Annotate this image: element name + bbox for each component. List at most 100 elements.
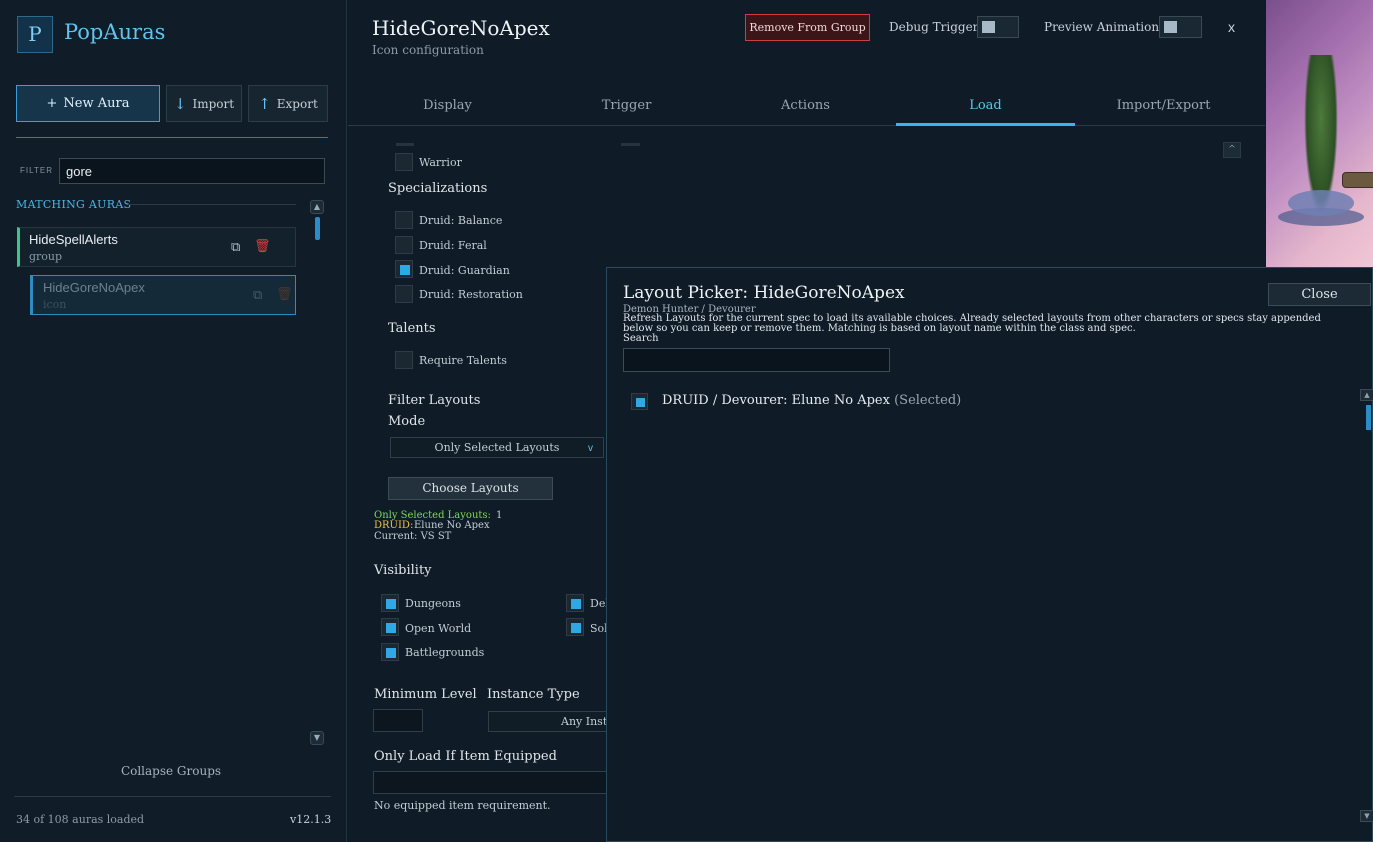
duplicate-icon[interactable]: ⧉ — [253, 288, 262, 303]
tab-trigger[interactable]: Trigger — [537, 98, 716, 113]
checkbox-label: Druid: Balance — [419, 214, 503, 227]
checkbox-require-talents[interactable] — [395, 351, 413, 369]
checkbox-label: Open World — [405, 622, 472, 635]
import-button[interactable]: ↓ Import — [166, 85, 242, 122]
new-aura-label: New Aura — [63, 96, 130, 111]
checkbox-dungeons[interactable] — [381, 594, 399, 612]
dialog-description: Refresh Layouts for the current spec to … — [623, 313, 1321, 334]
tab-import-export[interactable]: Import/Export — [1074, 98, 1253, 113]
close-button[interactable]: x — [1228, 19, 1235, 35]
section-title-filter-layouts: Filter Layouts — [388, 393, 481, 408]
scroll-down-button[interactable]: ▼ — [1360, 810, 1373, 822]
checkbox-delves[interactable] — [566, 594, 584, 612]
preview-animation-toggle[interactable] — [1159, 16, 1202, 38]
collapse-groups-button[interactable]: Collapse Groups — [0, 764, 342, 778]
layout-status: (Selected) — [894, 393, 962, 408]
trash-icon[interactable]: 🗑 — [276, 287, 293, 302]
trash-icon[interactable]: 🗑 — [254, 239, 271, 254]
scroll-down-button[interactable]: ▼ — [310, 731, 324, 745]
filter-label: FILTER — [20, 166, 53, 175]
matching-auras-label: MATCHING AURAS — [16, 198, 132, 211]
checkbox-warrior[interactable] — [395, 153, 413, 171]
preview-handle — [1342, 172, 1373, 188]
item-equipped-note: No equipped item requirement. — [374, 799, 551, 812]
aura-type: icon — [43, 298, 67, 311]
minimum-level-input[interactable] — [373, 709, 423, 732]
checkbox-open-world[interactable] — [381, 618, 399, 636]
class-label: DRUID: — [374, 520, 414, 531]
preview-pot — [1288, 190, 1354, 216]
app-logo: P — [17, 16, 53, 53]
tab-display[interactable]: Display — [358, 98, 537, 113]
divider — [128, 204, 296, 205]
scroll-up-button[interactable]: ▲ — [1360, 389, 1373, 401]
divider — [396, 143, 414, 146]
scrollbar-thumb[interactable] — [1366, 405, 1371, 430]
section-title-specializations: Specializations — [388, 181, 488, 196]
minimum-level-label: Minimum Level — [374, 687, 477, 702]
checkbox-battlegrounds[interactable] — [381, 643, 399, 661]
checkbox-label: Druid: Restoration — [419, 288, 523, 301]
section-title-visibility: Visibility — [374, 563, 432, 578]
duplicate-icon[interactable]: ⧉ — [231, 240, 240, 255]
selected-layouts-count: 1 — [496, 510, 503, 521]
aura-name: HideSpellAlerts — [29, 232, 118, 247]
item-equipped-label: Only Load If Item Equipped — [374, 749, 557, 764]
section-title-talents: Talents — [388, 321, 436, 336]
sidebar: P PopAuras + New Aura ↓ Import ↑ Export … — [0, 0, 347, 842]
mode-label: Mode — [388, 414, 426, 429]
export-button[interactable]: ↑ Export — [248, 85, 328, 122]
preview-animation-label: Preview Animation — [1044, 20, 1160, 34]
layout-list-item[interactable]: DRUID / Devourer: Elune No Apex (Selecte… — [662, 393, 961, 408]
filter-input[interactable] — [59, 158, 325, 184]
current-layout: Current: VS ST — [374, 531, 452, 542]
checkbox-label: Druid: Guardian — [419, 264, 510, 277]
close-button[interactable]: Close — [1268, 283, 1371, 306]
page-title: HideGoreNoApex — [372, 16, 550, 40]
debug-trigger-label: Debug Trigger — [889, 20, 979, 34]
checkbox-label: Require Talents — [419, 354, 507, 367]
version-label: v12.1.3 — [290, 813, 332, 826]
import-label: Import — [192, 96, 235, 111]
layout-name: DRUID / Devourer: Elune No Apex — [662, 393, 890, 408]
search-label: Search — [623, 333, 659, 344]
new-aura-button[interactable]: + New Aura — [16, 85, 160, 122]
checkbox-spec-balance[interactable] — [395, 211, 413, 229]
scrollbar-thumb[interactable] — [315, 217, 320, 240]
layout-checkbox[interactable] — [631, 393, 648, 410]
checkbox-solo[interactable] — [566, 618, 584, 636]
divider — [14, 796, 331, 797]
checkbox-label: Battlegrounds — [405, 646, 485, 659]
aura-list-item-selected[interactable]: HideGoreNoApex icon ⧉ 🗑 — [30, 275, 296, 315]
dialog-title: Layout Picker: HideGoreNoApex — [623, 283, 905, 303]
checkbox-spec-restoration[interactable] — [395, 285, 413, 303]
tabs-divider — [348, 125, 1265, 126]
checkbox-label: Warrior — [419, 156, 462, 169]
mode-dropdown[interactable]: Only Selected Layouts — [390, 437, 604, 458]
scroll-up-button[interactable]: ▲ — [310, 200, 324, 214]
debug-trigger-toggle[interactable] — [977, 16, 1019, 38]
toggle-knob — [982, 21, 995, 33]
arrow-down-icon: ↓ — [173, 94, 187, 113]
plus-icon: + — [46, 96, 58, 111]
aura-list-item[interactable]: HideSpellAlerts group ⧉ 🗑 — [17, 227, 296, 267]
layout-picker-dialog: Layout Picker: HideGoreNoApex Close Demo… — [606, 267, 1373, 842]
class-layout-value: Elune No Apex — [414, 520, 490, 531]
divider — [621, 143, 640, 146]
scroll-up-button[interactable]: ^ — [1223, 142, 1241, 158]
page-subtitle: Icon configuration — [372, 43, 484, 57]
auras-loaded-count: 34 of 108 auras loaded — [16, 813, 145, 826]
aura-name: HideGoreNoApex — [43, 280, 145, 295]
export-label: Export — [276, 96, 318, 111]
game-preview — [1266, 0, 1373, 267]
checkbox-spec-guardian[interactable] — [395, 260, 413, 278]
tab-load[interactable]: Load — [896, 98, 1075, 113]
instance-type-dropdown[interactable]: Any Insta — [488, 711, 608, 732]
choose-layouts-button[interactable]: Choose Layouts — [388, 477, 553, 500]
checkbox-spec-feral[interactable] — [395, 236, 413, 254]
tab-actions[interactable]: Actions — [716, 98, 895, 113]
chevron-down-icon: v — [588, 443, 593, 454]
search-input[interactable] — [623, 348, 890, 372]
item-equipped-input[interactable] — [373, 771, 608, 794]
remove-from-group-button[interactable]: Remove From Group — [745, 14, 870, 41]
